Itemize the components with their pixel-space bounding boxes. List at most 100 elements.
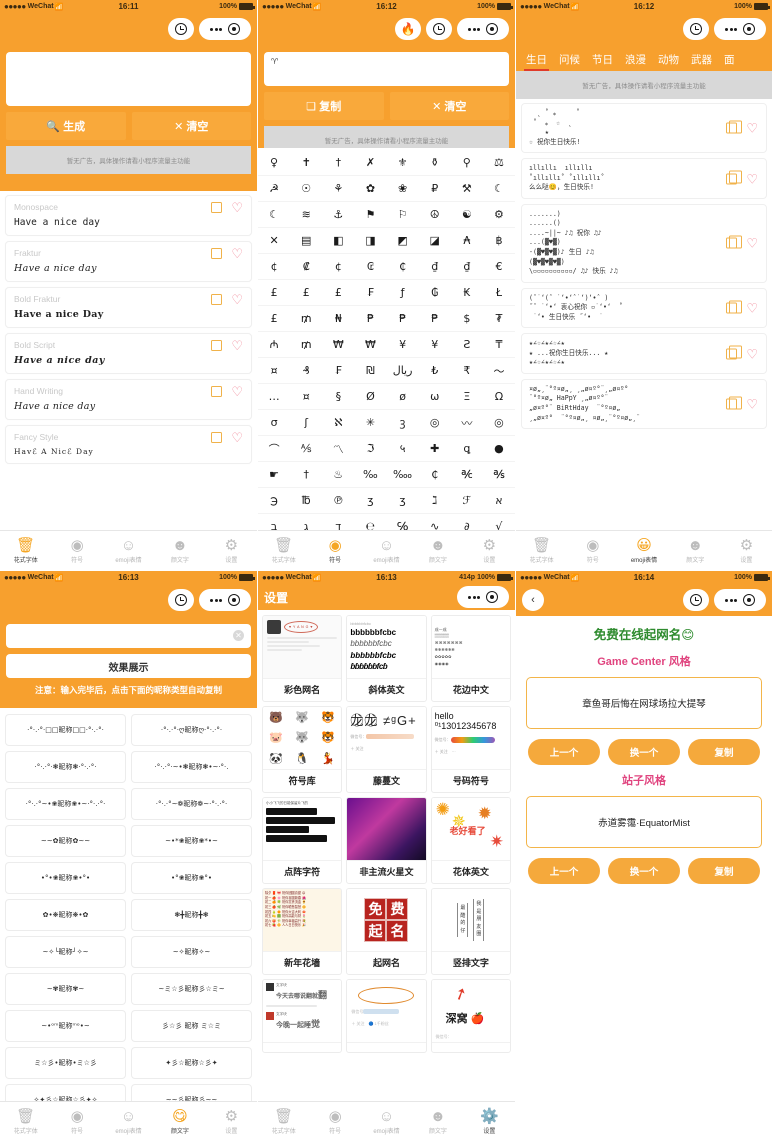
symbol-cell[interactable]: ☾: [258, 202, 291, 228]
tab-kaomoji[interactable]: ☻ 颜文字: [412, 1108, 463, 1135]
copy-button[interactable]: 复制: [688, 858, 760, 884]
symbol-cell[interactable]: ❀: [386, 176, 419, 202]
symbol-cell[interactable]: Ø: [354, 384, 387, 410]
symbol-cell[interactable]: ⚘: [322, 176, 355, 202]
symbol-cell[interactable]: ¤: [290, 384, 323, 410]
symbol-cell[interactable]: ℁: [482, 462, 515, 488]
symbol-cell[interactable]: ꝗ: [450, 436, 483, 462]
feature-card-number-symbol[interactable]: hello ⁰¹13012345678 微信号： ＋ 关注 ··· 号码符号: [430, 706, 511, 793]
symbol-cell[interactable]: Ł: [482, 280, 515, 306]
symbol-cell[interactable]: ₵: [386, 254, 419, 280]
emoji-art-card[interactable]: ıllıllı ıllıllı ˚ıllıllı˚ ˚ıllıllı˚ 么么哒😊…: [521, 158, 767, 199]
symbol-cell[interactable]: ⚐: [386, 202, 419, 228]
feature-card-name-generator[interactable]: 免费起名 起网名: [346, 888, 427, 975]
tab-emoji[interactable]: 😀 emoji表情: [618, 537, 669, 564]
symbol-cell[interactable]: §: [322, 384, 355, 410]
category-tab[interactable]: 生日: [520, 52, 553, 71]
symbol-cell[interactable]: ✝: [290, 150, 323, 176]
symbol-cell[interactable]: Ξ: [450, 384, 483, 410]
feature-card-italic-english[interactable]: bbbbbbfcbc bbbbbbfcbc bbbbbbfcbc bbbbbbf…: [346, 615, 427, 702]
symbol-cell[interactable]: …: [258, 384, 291, 410]
copy-icon[interactable]: [211, 245, 228, 259]
symbol-cell[interactable]: ☯: [450, 202, 483, 228]
close-target-icon[interactable]: [743, 23, 756, 35]
more-icon[interactable]: [209, 598, 223, 602]
nickname-cell[interactable]: ✿•❋昵称❋•✿: [5, 899, 126, 931]
font-card[interactable]: Hand Writing Have a nice day ♡: [5, 379, 252, 420]
symbol-cell[interactable]: ◪: [418, 228, 451, 254]
symbol-cell[interactable]: ₱: [354, 306, 387, 332]
refresh-button[interactable]: 换一个: [608, 739, 680, 765]
symbol-cell[interactable]: ₺: [418, 358, 451, 384]
generated-name-game-center[interactable]: 章鱼哥后悔在网球场拉大提琴: [526, 677, 762, 729]
nickname-cell[interactable]: ~✧╰昵称╯✧~: [5, 936, 126, 968]
tab-fancy-fonts[interactable]: 🗑 花式字体: [516, 537, 567, 564]
tab-fancy-fonts[interactable]: 🗑 花式字体: [258, 537, 309, 564]
menu-capsule[interactable]: [199, 589, 251, 611]
symbol-cell[interactable]: ♨: [322, 462, 355, 488]
heart-icon[interactable]: ♡: [746, 122, 758, 135]
preview-button[interactable]: 效果展示: [6, 654, 251, 678]
text-input[interactable]: ♈: [264, 52, 509, 86]
heart-icon[interactable]: ♡: [231, 339, 243, 352]
tab-settings[interactable]: ⚙ 设置: [464, 537, 515, 564]
prev-button[interactable]: 上一个: [528, 739, 600, 765]
nickname-cell[interactable]: 彡☆彡 昵称 ミ☆ミ: [131, 1010, 252, 1042]
menu-capsule[interactable]: [457, 18, 509, 40]
copy-icon[interactable]: [211, 199, 228, 213]
hot-capsule-button[interactable]: 🔥: [395, 18, 421, 40]
symbol-cell[interactable]: ⚙: [482, 202, 515, 228]
nickname-cell[interactable]: ~✾昵称✾~: [5, 973, 126, 1005]
copy-icon[interactable]: [211, 429, 228, 443]
tab-fancy-fonts[interactable]: 🗑 花式字体: [258, 1108, 309, 1135]
tab-symbols[interactable]: ◉ 符号: [309, 1108, 360, 1135]
symbol-cell[interactable]: ⚒: [450, 176, 483, 202]
symbol-cell[interactable]: ₪: [354, 358, 387, 384]
copy-icon[interactable]: [211, 291, 228, 305]
feature-card-chat[interactable]: 文字块 今天去哪说翻就翻 文字块 今晚一起睡觉: [262, 979, 343, 1053]
symbol-cell[interactable]: ø: [386, 384, 419, 410]
feature-card-wechat-id[interactable]: 微信号 ＋ 关注 🔵 1千粉丝: [346, 979, 427, 1053]
symbol-cell[interactable]: †: [290, 462, 323, 488]
tab-emoji[interactable]: ☺ emoji表情: [361, 1108, 412, 1135]
tab-kaomoji[interactable]: 😋 颜文字: [154, 1108, 205, 1135]
symbol-cell[interactable]: ♀: [258, 150, 291, 176]
heart-icon[interactable]: ♡: [746, 347, 758, 360]
generated-name-zhanzi[interactable]: 赤道雾霭·EquatorMist: [526, 796, 762, 848]
heart-icon[interactable]: ♡: [231, 247, 243, 260]
heart-icon[interactable]: ♡: [746, 398, 758, 411]
symbol-cell[interactable]: ₮: [482, 306, 515, 332]
feature-card-mars-text[interactable]: 非主流火星文: [346, 797, 427, 884]
heart-icon[interactable]: ♡: [746, 301, 758, 314]
symbol-cell[interactable]: £: [258, 306, 291, 332]
heart-icon[interactable]: ♡: [231, 201, 243, 214]
symbol-cell[interactable]: ₹: [450, 358, 483, 384]
nickname-cell[interactable]: ❃╋昵称╋❃: [131, 899, 252, 931]
emoji-art-card[interactable]: .......) ......() ....~||~ ♪♫ 祝你 ♫♪ ...(…: [521, 203, 767, 283]
symbol-cell[interactable]: 〜: [482, 358, 515, 384]
symbol-cell[interactable]: ५: [386, 436, 419, 462]
symbol-cell[interactable]: ◎: [482, 410, 515, 436]
emoji-art-card[interactable]: (ˆ˙ʻ(ˆ ˙ʻ•ʻˆ˙ʻ)ʻ•ˆ ) ˝ˆ ˙ʻ•ʻ 衷心祝你 ▫˙ʻ•ʻ …: [521, 287, 767, 329]
symbol-cell[interactable]: ₣: [322, 358, 355, 384]
symbol-cell[interactable]: ≋: [290, 202, 323, 228]
category-tab[interactable]: 面: [718, 52, 741, 71]
symbol-cell[interactable]: ₱: [386, 306, 419, 332]
symbol-cell[interactable]: ⚓: [322, 202, 355, 228]
nickname-cell[interactable]: ·°·.·°~•❀昵称❀•~·°·.·°·: [5, 788, 126, 820]
symbol-cell[interactable]: $: [450, 306, 483, 332]
symbol-cell[interactable]: ¢: [258, 254, 291, 280]
symbol-cell[interactable]: ●: [482, 436, 515, 462]
refresh-button[interactable]: 换一个: [608, 858, 680, 884]
emoji-art-card[interactable]: ¤ø„¸¨°º¤ø„¸ ¸„ø¤º°¨¸„ø¤º° ¨°º¤ø„ HaPpY ¸…: [521, 378, 767, 430]
symbol-cell[interactable]: ₥: [290, 332, 323, 358]
symbol-cell[interactable]: ʃ: [290, 410, 323, 436]
heart-icon[interactable]: ♡: [231, 431, 243, 444]
symbol-cell[interactable]: ₽: [418, 176, 451, 202]
symbol-cell[interactable]: ₵: [418, 462, 451, 488]
copy-icon[interactable]: [726, 396, 743, 410]
tab-emoji[interactable]: ☺ emoji表情: [103, 1108, 154, 1135]
symbol-cell[interactable]: σ: [258, 410, 291, 436]
symbol-cell[interactable]: ℗: [322, 488, 355, 514]
clear-icon[interactable]: ✕: [233, 630, 244, 641]
